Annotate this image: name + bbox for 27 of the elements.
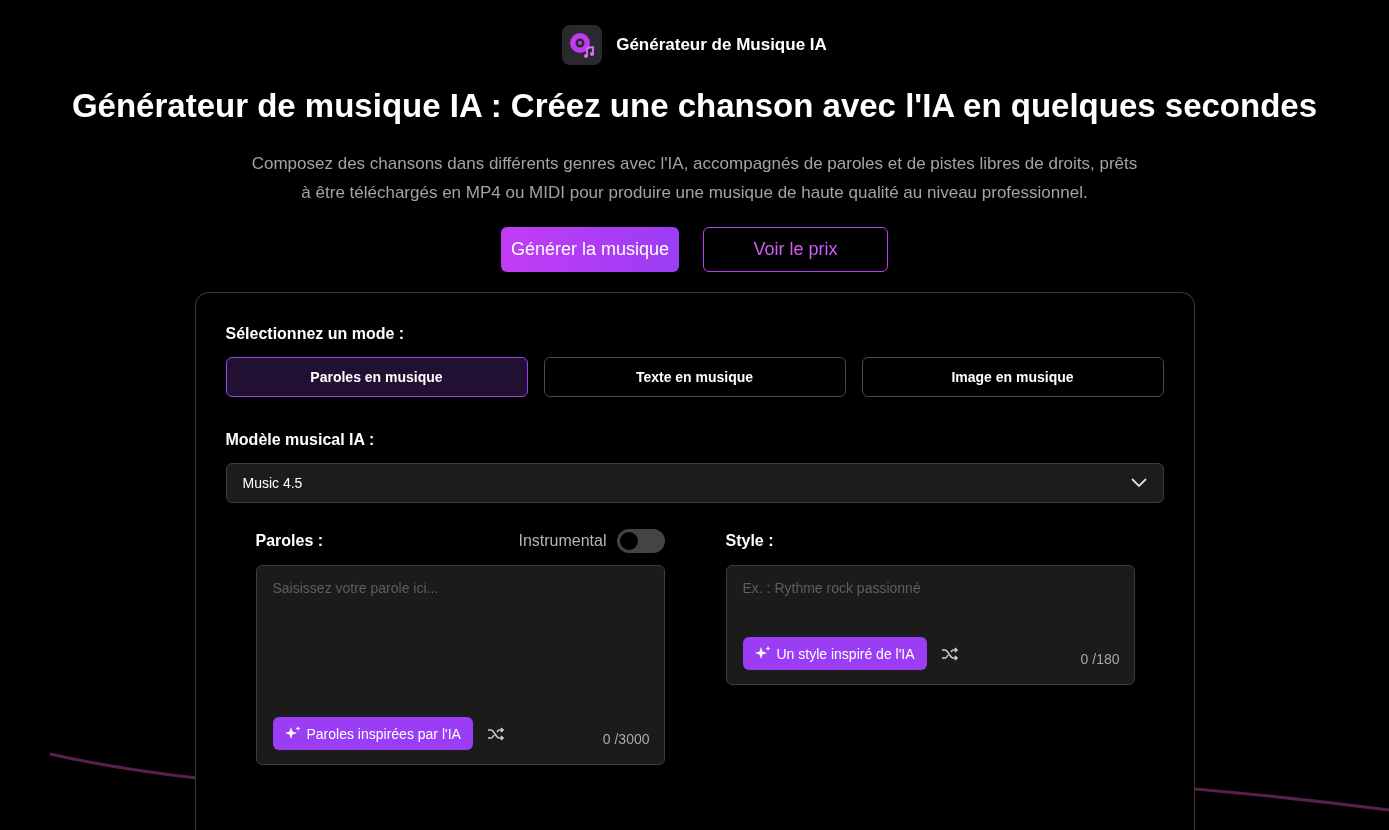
instrumental-switch[interactable] [616, 529, 665, 553]
mode-tab[interactable]: Texte en musique [543, 357, 846, 397]
shuffle-icon[interactable] [486, 725, 505, 742]
shuffle-icon[interactable] [940, 645, 959, 662]
text-area-box[interactable]: Saisissez votre parole ici... Paroles inspirées par l'IA 0 /3000 [255, 565, 665, 765]
page-title: Générateur de musique IA : Créez une chanson avec l'IA en quelques secondes [71, 87, 1318, 125]
character-count: 0 /3000 [602, 730, 650, 747]
instrumental-label: Instrumental [518, 532, 607, 550]
character-count: 0 /180 [1080, 650, 1120, 667]
ai-suggest-button[interactable]: Un style inspiré de l'IA [742, 637, 927, 670]
field-label: Style : [725, 532, 774, 550]
field-label: Paroles : [255, 532, 324, 550]
app-logo [562, 25, 603, 65]
app-title: Générateur de Musique IA [616, 35, 827, 55]
mode-tab[interactable]: Image en musique [861, 357, 1164, 397]
model-label: Modèle musical IA : [225, 431, 376, 449]
text-area-box[interactable]: Ex. : Rythme rock passionné Un style inspiré de l'IA 0 /180 [725, 565, 1135, 685]
generate-button[interactable]: Générer la musique [500, 227, 680, 272]
model-dropdown[interactable]: Music 4.5 [225, 463, 1164, 503]
ai-suggest-button[interactable]: Paroles inspirées par l'IA [272, 717, 473, 750]
text-input[interactable]: Ex. : Rythme rock passionné [742, 580, 1120, 637]
pricing-button[interactable]: Voir le prix [703, 227, 889, 272]
chevron-down-icon [1130, 478, 1147, 488]
mode-tab[interactable]: Paroles en musique [225, 357, 528, 397]
text-input[interactable]: Saisissez votre parole ici... [272, 580, 650, 717]
page-description: Composez des chansons dans différents genres avec l'IA, accompagnés de paroles et de pistes libres de droits, prêts à être téléchargés en MP4 ou MIDI pour produire une musique de haute qualité au niveau professionnel. [250, 153, 1139, 204]
mode-label: Sélectionnez un mode : [225, 325, 406, 343]
